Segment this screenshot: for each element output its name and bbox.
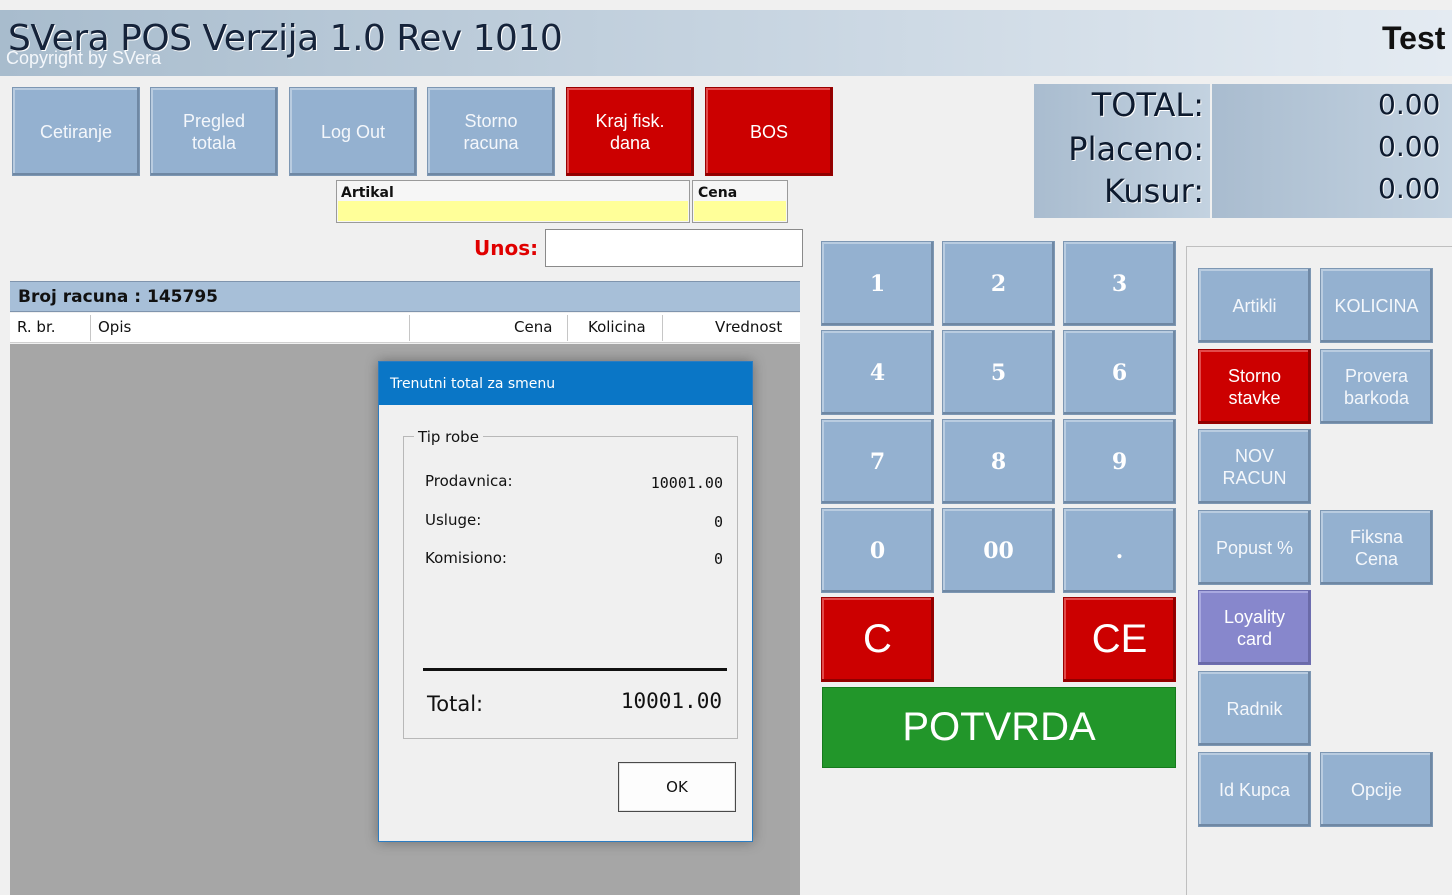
key-2[interactable]: 2 <box>942 241 1055 326</box>
radnik-button[interactable]: Radnik <box>1198 671 1311 746</box>
key-0[interactable]: 0 <box>821 508 934 593</box>
dialog-title: Trenutni total za smenu <box>390 376 556 392</box>
user-name: Test <box>1382 20 1446 56</box>
id-kupca-button[interactable]: Id Kupca <box>1198 752 1311 827</box>
artikal-field <box>338 201 688 221</box>
column-vrednost[interactable]: Vrednost <box>715 318 782 336</box>
dialog-total-value: 10001.00 <box>620 689 722 713</box>
column-kolicina[interactable]: Kolicina <box>588 318 646 336</box>
clear-entry-button[interactable]: CE <box>1063 597 1176 682</box>
ok-button[interactable]: OK <box>618 762 736 812</box>
usluge-label: Usluge: <box>425 511 482 529</box>
total-value: 0.00 <box>1378 88 1441 121</box>
storno-racuna-button[interactable]: Storno racuna <box>427 87 555 176</box>
confirm-button[interactable]: POTVRDA <box>822 687 1176 768</box>
prodavnica-label: Prodavnica: <box>425 472 513 490</box>
prodavnica-value: 10001.00 <box>650 474 723 492</box>
key-3[interactable]: 3 <box>1063 241 1176 326</box>
column-separator <box>409 315 410 341</box>
artikli-button[interactable]: Artikli <box>1198 268 1311 343</box>
column-rbr[interactable]: R. br. <box>17 318 56 336</box>
provera-barkoda-button[interactable]: Provera barkoda <box>1320 349 1433 424</box>
log-out-button[interactable]: Log Out <box>289 87 417 176</box>
usluge-value: 0 <box>713 513 723 531</box>
app-title: SVera POS Verzija 1.0 Rev 1010 <box>8 18 563 59</box>
key-7[interactable]: 7 <box>821 419 934 504</box>
column-separator <box>662 315 663 341</box>
komisiono-value: 0 <box>713 550 723 568</box>
key-1[interactable]: 1 <box>821 241 934 326</box>
key-9[interactable]: 9 <box>1063 419 1176 504</box>
key-decimal[interactable]: . <box>1063 508 1176 593</box>
unos-input[interactable] <box>545 229 803 267</box>
total-divider <box>423 668 727 671</box>
key-4[interactable]: 4 <box>821 330 934 415</box>
kolicina-button[interactable]: KOLICINA <box>1320 268 1433 343</box>
key-8[interactable]: 8 <box>942 419 1055 504</box>
column-cena[interactable]: Cena <box>514 318 552 336</box>
key-5[interactable]: 5 <box>942 330 1055 415</box>
kusur-label: Kusur: <box>1104 172 1204 210</box>
dialog-total-label: Total: <box>427 692 484 716</box>
placeno-label: Placeno: <box>1068 130 1204 168</box>
kusur-value: 0.00 <box>1378 172 1441 205</box>
key-00[interactable]: 00 <box>942 508 1055 593</box>
komisiono-label: Komisiono: <box>425 549 507 567</box>
opcije-button[interactable]: Opcije <box>1320 752 1433 827</box>
cena-field <box>694 201 786 221</box>
receipt-number: Broj racuna : 145795 <box>18 287 218 307</box>
column-opis[interactable]: Opis <box>98 318 131 336</box>
fiksna-cena-button[interactable]: Fiksna Cena <box>1320 510 1433 585</box>
clear-button[interactable]: C <box>821 597 934 682</box>
group-label: Tip robe <box>414 428 483 446</box>
loyality-card-button[interactable]: Loyality card <box>1198 590 1311 665</box>
storno-stavke-button[interactable]: Storno stavke <box>1198 349 1311 424</box>
artikal-label: Artikal <box>341 185 394 201</box>
nov-racun-button[interactable]: NOV RACUN <box>1198 429 1311 504</box>
total-label: TOTAL: <box>1091 86 1204 124</box>
pregled-totala-button[interactable]: Pregled totala <box>150 87 278 176</box>
column-separator <box>567 315 568 341</box>
cetiranje-button[interactable]: Cetiranje <box>12 87 140 176</box>
bos-button[interactable]: BOS <box>705 87 833 176</box>
placeno-value: 0.00 <box>1378 130 1441 163</box>
column-separator <box>90 315 91 341</box>
popust-button[interactable]: Popust % <box>1198 510 1311 585</box>
kraj-fisk-dana-button[interactable]: Kraj fisk. dana <box>566 87 694 176</box>
unos-label: Unos: <box>474 236 539 260</box>
key-6[interactable]: 6 <box>1063 330 1176 415</box>
cena-label: Cena <box>698 185 738 201</box>
